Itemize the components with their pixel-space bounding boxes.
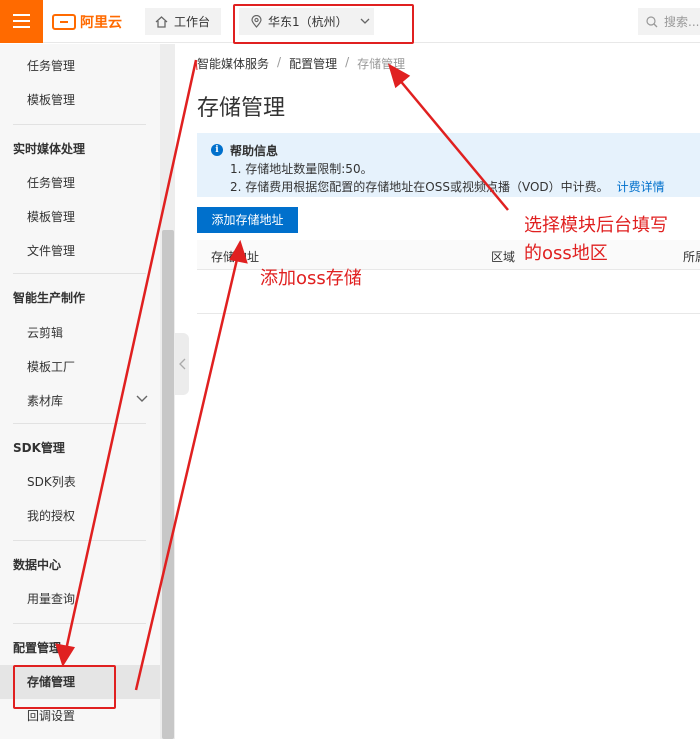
sidebar-item-template-factory[interactable]: 模板工厂 bbox=[0, 350, 160, 384]
sidebar-scrollbar-thumb[interactable] bbox=[162, 230, 174, 739]
help-line-1: 1. 存储地址数量限制:50。 bbox=[230, 162, 373, 176]
breadcrumb-item[interactable]: 配置管理 bbox=[289, 55, 337, 72]
annotation-storage-menu-box bbox=[13, 665, 116, 709]
sidebar-item-my-authorization[interactable]: 我的授权 bbox=[0, 499, 160, 533]
breadcrumb: 智能媒体服务 / 配置管理 / 存储管理 bbox=[197, 55, 405, 72]
add-storage-address-button[interactable]: 添加存储地址 bbox=[197, 207, 298, 233]
page-title: 存储管理 bbox=[197, 96, 286, 121]
info-icon: i bbox=[211, 144, 223, 156]
breadcrumb-item[interactable]: 智能媒体服务 bbox=[197, 55, 269, 72]
sidebar-group-realtime-media: 实时媒体处理 bbox=[13, 142, 86, 156]
sidebar-item-realtime-templates[interactable]: 模板管理 bbox=[0, 200, 160, 234]
breadcrumb-separator: / bbox=[277, 55, 282, 69]
annotation-region-note-line2: 的oss地区 bbox=[524, 243, 608, 264]
annotation-region-note-line1: 选择模块后台填写 bbox=[524, 215, 668, 236]
sidebar-divider bbox=[13, 124, 146, 125]
billing-details-link[interactable]: 计费详情 bbox=[617, 180, 665, 194]
sidebar-collapse-handle[interactable] bbox=[175, 333, 189, 395]
sidebar-divider bbox=[13, 273, 146, 274]
hamburger-menu-icon[interactable] bbox=[0, 0, 43, 43]
search-input[interactable]: 搜索... bbox=[638, 8, 700, 35]
breadcrumb-current: 存储管理 bbox=[357, 57, 406, 71]
sidebar-item-cloud-editing[interactable]: 云剪辑 bbox=[0, 316, 160, 350]
column-header-region: 区域 bbox=[491, 250, 516, 264]
sidebar-group-sdk: SDK管理 bbox=[13, 441, 65, 455]
sidebar-group-data-center: 数据中心 bbox=[13, 558, 62, 572]
sidebar-item-file-management[interactable]: 文件管理 bbox=[0, 234, 160, 268]
sidebar-divider bbox=[13, 623, 146, 624]
sidebar-group-config: 配置管理 bbox=[13, 641, 62, 655]
help-title: 帮助信息 bbox=[230, 144, 279, 158]
sidebar: 任务管理 模板管理 实时媒体处理 任务管理 模板管理 文件管理 智能生产制作 云… bbox=[0, 44, 160, 739]
logo-text: 阿里云 bbox=[80, 15, 122, 31]
sidebar-divider bbox=[13, 423, 146, 424]
annotation-region-box bbox=[233, 4, 414, 44]
sidebar-item-usage-query[interactable]: 用量查询 bbox=[0, 582, 160, 616]
workbench-label: 工作台 bbox=[174, 15, 211, 29]
home-icon bbox=[155, 15, 168, 28]
search-icon bbox=[646, 15, 658, 27]
help-info-panel: i 帮助信息 1. 存储地址数量限制:50。 2. 存储费用根据您配置的存储地址… bbox=[197, 133, 700, 197]
aliyun-logo-icon bbox=[52, 14, 76, 30]
chevron-down-icon[interactable] bbox=[136, 395, 148, 403]
chevron-left-icon bbox=[178, 358, 185, 370]
sidebar-group-smart-production: 智能生产制作 bbox=[13, 291, 86, 305]
workbench-button[interactable]: 工作台 bbox=[145, 8, 221, 35]
sidebar-item-task-management[interactable]: 任务管理 bbox=[0, 49, 160, 83]
annotation-add-note: 添加oss存储 bbox=[260, 268, 362, 289]
breadcrumb-separator: / bbox=[345, 55, 350, 69]
sidebar-item-template-management[interactable]: 模板管理 bbox=[0, 83, 160, 117]
aliyun-logo[interactable]: 阿里云 bbox=[52, 12, 122, 32]
sidebar-item-realtime-tasks[interactable]: 任务管理 bbox=[0, 166, 160, 200]
sidebar-item-sdk-list[interactable]: SDK列表 bbox=[0, 465, 160, 499]
search-placeholder: 搜索... bbox=[664, 15, 700, 29]
help-line-2-text: 2. 存储费用根据您配置的存储地址在OSS或视频点播（VOD）中计费。 bbox=[230, 180, 609, 194]
help-line-2: 2. 存储费用根据您配置的存储地址在OSS或视频点播（VOD）中计费。 计费详情 bbox=[230, 178, 665, 195]
column-header-owner: 所属 bbox=[683, 250, 700, 264]
column-header-storage-address: 存储地址 bbox=[211, 250, 260, 264]
sidebar-divider bbox=[13, 540, 146, 541]
